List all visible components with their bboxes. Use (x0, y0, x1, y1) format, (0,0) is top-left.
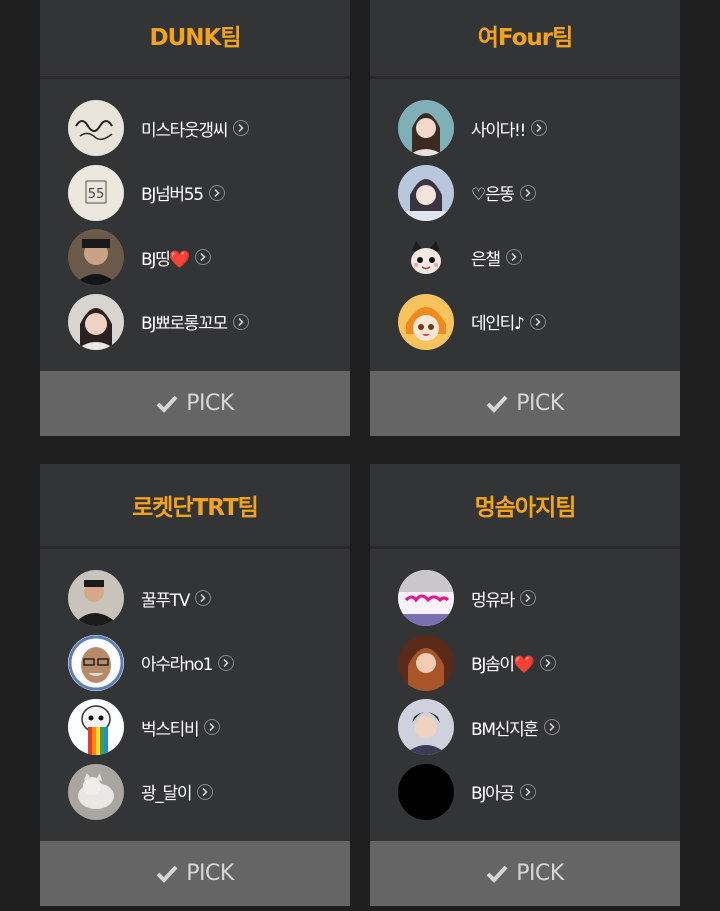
chevron-right-icon[interactable] (539, 654, 556, 671)
pick-button[interactable]: PICK (370, 371, 680, 436)
member-name: BJ뾰로롱꼬모 (141, 314, 228, 335)
check-icon (156, 395, 178, 413)
member-item[interactable]: BJ솜이❤️ (370, 631, 680, 696)
team-card: DUNK팀 미스타웃갱씨 55 BJ넘버55 BJ띵❤️ BJ뾰로롱꼬모 PIC… (40, 0, 350, 436)
chevron-right-icon[interactable] (208, 184, 225, 201)
member-name: BJ띵❤️ (141, 249, 191, 270)
avatar (68, 699, 124, 756)
team-name: DUNK팀 (149, 25, 242, 51)
pick-button[interactable]: PICK (40, 371, 350, 436)
team-card: 멍솜아지팀 멍유라 BJ솜이❤️ BM신지훈 BJ아공 PICK (370, 464, 680, 906)
member-name: 사이다!! (471, 120, 526, 141)
member-name: 미스타웃갱씨 (141, 120, 228, 141)
member-name: BJ솜이❤️ (471, 655, 535, 676)
member-list: 사이다!! ♡은똥 은챌 데인티♪ (370, 79, 680, 371)
team-name: 여Four팀 (477, 25, 574, 51)
avatar (398, 699, 454, 756)
avatar (398, 164, 454, 221)
svg-text:55: 55 (88, 187, 105, 202)
team-name: 멍솜아지팀 (474, 495, 577, 521)
member-item[interactable]: ♡은똥 (370, 161, 680, 226)
check-icon (156, 865, 178, 883)
member-item[interactable]: BM신지훈 (370, 695, 680, 760)
chevron-right-icon[interactable] (218, 654, 235, 671)
check-icon (486, 865, 508, 883)
member-item[interactable]: 꿀푸TV (40, 566, 350, 631)
chevron-right-icon[interactable] (519, 783, 536, 800)
member-list: 꿀푸TV 아수라no1 벅스티비 광_달이 (40, 549, 350, 841)
team-header: 멍솜아지팀 (370, 464, 680, 549)
member-item[interactable]: 벅스티비 (40, 695, 350, 760)
member-name: 은챌 (471, 249, 501, 270)
team-card: 로켓단TRT팀 꿀푸TV 아수라no1 벅스티비 광_달이 PICK (40, 464, 350, 906)
chevron-right-icon[interactable] (520, 590, 537, 607)
member-item[interactable]: 광_달이 (40, 760, 350, 825)
member-name: ♡은똥 (471, 185, 515, 206)
avatar (68, 229, 124, 286)
pick-button[interactable]: PICK (40, 841, 350, 906)
chevron-right-icon[interactable] (232, 313, 249, 330)
member-item[interactable]: 사이다!! (370, 96, 680, 161)
chevron-right-icon[interactable] (195, 590, 212, 607)
avatar (68, 634, 124, 691)
member-name: 데인티♪ (471, 314, 525, 335)
member-item[interactable]: 아수라no1 (40, 631, 350, 696)
team-name: 로켓단TRT팀 (132, 495, 259, 521)
member-item[interactable]: 데인티♪ (370, 290, 680, 355)
avatar (398, 570, 454, 627)
check-icon (486, 395, 508, 413)
pick-label: PICK (186, 391, 234, 416)
member-item[interactable]: BJ띵❤️ (40, 225, 350, 290)
chevron-right-icon[interactable] (233, 120, 250, 137)
member-item[interactable]: 55 BJ넘버55 (40, 161, 350, 226)
avatar (398, 293, 454, 350)
member-list: 멍유라 BJ솜이❤️ BM신지훈 BJ아공 (370, 549, 680, 841)
member-name: BM신지훈 (471, 719, 539, 740)
chevron-right-icon[interactable] (531, 120, 548, 137)
avatar (398, 634, 454, 691)
pick-label: PICK (516, 861, 564, 886)
member-name: 벅스티비 (141, 719, 200, 740)
member-name: BJ아공 (471, 784, 515, 805)
chevron-right-icon[interactable] (543, 719, 560, 736)
member-list: 미스타웃갱씨 55 BJ넘버55 BJ띵❤️ BJ뾰로롱꼬모 (40, 79, 350, 371)
member-name: BJ넘버55 (141, 185, 204, 206)
avatar (68, 570, 124, 627)
member-item[interactable]: BJ아공 (370, 760, 680, 825)
pick-label: PICK (186, 861, 234, 886)
member-item[interactable]: 멍유라 (370, 566, 680, 631)
chevron-right-icon[interactable] (204, 719, 221, 736)
member-item[interactable]: BJ뾰로롱꼬모 (40, 290, 350, 355)
pick-button[interactable]: PICK (370, 841, 680, 906)
avatar (398, 100, 454, 157)
chevron-right-icon[interactable] (195, 249, 212, 266)
pick-label: PICK (516, 391, 564, 416)
avatar (398, 229, 454, 286)
chevron-right-icon[interactable] (529, 313, 546, 330)
avatar (68, 763, 124, 820)
team-header: DUNK팀 (40, 0, 350, 79)
team-card: 여Four팀 사이다!! ♡은똥 은챌 데인티♪ PICK (370, 0, 680, 436)
member-name: 광_달이 (141, 784, 193, 805)
chevron-right-icon[interactable] (197, 783, 214, 800)
avatar: 55 (68, 164, 124, 221)
team-header: 로켓단TRT팀 (40, 464, 350, 549)
chevron-right-icon[interactable] (519, 184, 536, 201)
member-name: 꿀푸TV (141, 590, 190, 611)
member-name: 멍유라 (471, 590, 515, 611)
member-item[interactable]: 은챌 (370, 225, 680, 290)
team-header: 여Four팀 (370, 0, 680, 79)
member-item[interactable]: 미스타웃갱씨 (40, 96, 350, 161)
avatar (398, 763, 454, 820)
avatar (68, 100, 124, 157)
chevron-right-icon[interactable] (505, 249, 522, 266)
member-name: 아수라no1 (141, 655, 213, 676)
avatar (68, 293, 124, 350)
